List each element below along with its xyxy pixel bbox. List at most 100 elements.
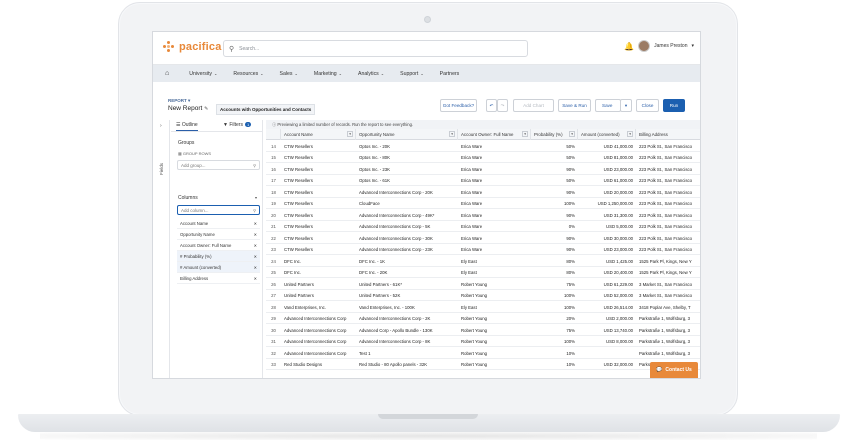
table-row[interactable]: 17 CTW Resellers Optos Inc. - 61K Erica War… (266, 175, 700, 186)
bell-icon[interactable]: 🔔 (624, 42, 634, 51)
remove-icon[interactable]: ✕ (254, 265, 257, 270)
remove-icon[interactable]: ✕ (254, 243, 257, 248)
amount-cell: USD 81,000.00 (603, 155, 633, 160)
column-item[interactable]: # Amount (converted) ✕ (177, 262, 260, 273)
column-item[interactable]: Account Owner: Full Name ✕ (177, 240, 260, 251)
user-menu[interactable]: 🔔 James Preston ▾ (624, 40, 694, 52)
opportunity-name-cell: DFC Inc. - 1K (359, 258, 386, 264)
table-row[interactable]: 23 CTW Resellers Advanced Interconnections… (266, 244, 700, 255)
row-number: 33 (271, 362, 276, 367)
column-item[interactable]: # Probability (%) ✕ (177, 251, 260, 262)
chevron-down-icon[interactable]: ▾ (627, 131, 633, 137)
report-name[interactable]: New Report ✎ (168, 105, 208, 112)
table-row[interactable]: 18 CTW Resellers Advanced Interconnections… (266, 186, 700, 198)
add-group-input[interactable]: Add group... ⚲ (177, 160, 260, 170)
table-row[interactable]: 14 CTW Resellers Optos Inc. - 20K Erica War… (266, 140, 700, 152)
billing-address-cell: Parkstraße 1, Wolfsburg, 3 (639, 339, 691, 344)
column-item[interactable]: Account Name ✕ (177, 218, 260, 229)
undo-button[interactable]: ↶ (486, 99, 497, 112)
nav-resources[interactable]: Resources ⌄ (233, 71, 263, 77)
add-column-input[interactable]: Add column... ⚲ (177, 205, 260, 215)
probability-cell: 50% (566, 143, 575, 149)
column-header[interactable]: Opportunity Name ▾ (356, 129, 458, 140)
contact-us-button[interactable]: 💬 Contact Us (650, 362, 698, 378)
tab-filters[interactable]: ▼ Filters 1 (223, 122, 252, 128)
nav-partners[interactable]: Partners (440, 71, 460, 77)
pencil-icon[interactable]: ✎ (204, 106, 208, 112)
table-row[interactable]: 26 United Partners United Partners - 61K* R… (266, 278, 700, 290)
table-row[interactable]: 30 Advanced Interconnections Corp Advanced… (266, 324, 700, 336)
fields-tab[interactable]: Fields (159, 163, 164, 175)
brand-logo[interactable]: pacifica (163, 41, 222, 53)
account-name-cell: CTW Resellers (284, 235, 313, 241)
remove-icon[interactable]: ✕ (254, 221, 257, 226)
avatar[interactable] (638, 40, 651, 52)
column-header[interactable]: Billing Address (636, 129, 700, 140)
redo-button[interactable]: ↷ (497, 99, 508, 112)
remove-icon[interactable]: ✕ (254, 254, 257, 259)
feedback-button[interactable]: Got Feedback? (440, 99, 477, 112)
save-run-button[interactable]: Save & Run (558, 99, 591, 112)
table-header: Account Name ▾ Opportunity Name ▾ Account … (266, 129, 700, 140)
chevron-down-icon[interactable]: ▾ (449, 131, 455, 137)
owner-cell: Erica Ware (461, 212, 483, 218)
table-row[interactable]: 27 United Partners United Partners - 52K Ro… (266, 290, 700, 301)
table-row[interactable]: 32 Advanced Interconnections Corp Test 1 Ro… (266, 347, 700, 359)
probability-cell: 90% (566, 235, 575, 241)
table-row[interactable]: 28 Vand Enterprises, Inc. Vand Enterprises… (266, 301, 700, 313)
filters-count-badge: 1 (244, 122, 252, 127)
row-number: 18 (271, 189, 276, 195)
remove-icon[interactable]: ✕ (254, 232, 257, 237)
probability-cell: 90% (566, 247, 575, 252)
owner-cell: Erica Ware (461, 189, 483, 195)
nav-support[interactable]: Support ⌄ (400, 71, 424, 77)
table-row[interactable]: 33 Red Studio Designs Red Studio - 80 Apol… (266, 359, 700, 370)
close-button[interactable]: Close (636, 99, 659, 112)
column-header[interactable]: Account Owner: Full Name ▾ (458, 129, 531, 140)
remove-icon[interactable]: ✕ (254, 276, 257, 281)
tab-outline[interactable]: ☰ Outline (176, 122, 198, 131)
billing-address-cell: 223 Polk St., San Francisco (639, 212, 693, 218)
billing-address-cell: 1525 Park Pl, Kings, New Y (639, 270, 692, 275)
save-dropdown-button[interactable]: ▾ (620, 99, 632, 112)
nav-marketing[interactable]: Marketing ⌄ (314, 71, 342, 77)
run-button[interactable]: Run (663, 99, 685, 112)
add-chart-button[interactable]: Add Chart (513, 99, 554, 112)
table-row[interactable]: 25 DFC Inc. DFC Inc. - 20K Ely East 80% USD 2… (266, 267, 700, 278)
account-name-cell: CTW Resellers (284, 201, 313, 206)
column-header[interactable]: Account Name ▾ (281, 129, 356, 140)
table-row[interactable]: 16 CTW Resellers Optos Inc. - 23K Erica War… (266, 163, 700, 175)
table-row[interactable]: 21 CTW Resellers Advanced Interconnections… (266, 221, 700, 232)
chevron-down-icon[interactable]: ▾ (522, 131, 528, 137)
owner-cell: Erica Ware (461, 178, 483, 183)
chevron-down-icon: ▾ (624, 102, 628, 108)
table-row[interactable]: 20 CTW Resellers Advanced Interconnections… (266, 209, 700, 221)
probability-cell: 20% (566, 316, 575, 321)
column-header[interactable]: Amount (converted) ▾ (578, 129, 636, 140)
column-item[interactable]: Billing Address ✕ (177, 273, 260, 284)
columns-menu-icon[interactable]: ▾ (255, 195, 257, 200)
account-name-cell: CTW Resellers (284, 212, 313, 218)
table-row[interactable]: 29 Advanced Interconnections Corp Advanced… (266, 313, 700, 324)
global-search[interactable]: ⚲ Search... (223, 40, 528, 57)
chevron-down-icon[interactable]: ▾ (569, 131, 575, 137)
table-row[interactable]: 31 Advanced Interconnections Corp Advanced… (266, 336, 700, 347)
table-row[interactable]: 24 DFC Inc. DFC Inc. - 1K Ely East 80% USD 1,… (266, 255, 700, 267)
expand-arrow-icon[interactable]: › (160, 123, 162, 129)
account-name-cell: Vand Enterprises, Inc. (284, 304, 326, 310)
chevron-down-icon[interactable]: ▾ (347, 131, 353, 137)
table-row[interactable]: 22 CTW Resellers Advanced Interconnections… (266, 232, 700, 244)
table-row[interactable]: 19 CTW Resellers CloudFace Erica Ware 100% US… (266, 198, 700, 209)
save-button[interactable]: Save (595, 99, 621, 112)
report-type-label[interactable]: REPORT ▾ (168, 98, 190, 104)
column-header[interactable]: Probability (%) ▾ (531, 129, 578, 140)
table-row[interactable]: 15 CTW Resellers Optos Inc. - 80K Erica War… (266, 152, 700, 163)
chevron-down-icon[interactable]: ▾ (691, 43, 694, 49)
fields-tab-strip[interactable]: Fields (158, 120, 170, 378)
search-input[interactable]: Search... (239, 46, 259, 52)
nav-analytics[interactable]: Analytics ⌄ (358, 71, 384, 77)
nav-university[interactable]: University ⌄ (189, 71, 217, 77)
column-item[interactable]: Opportunity Name ✕ (177, 229, 260, 240)
nav-sales[interactable]: Sales ⌄ (280, 71, 298, 77)
home-icon[interactable]: ⌂ (165, 70, 169, 77)
